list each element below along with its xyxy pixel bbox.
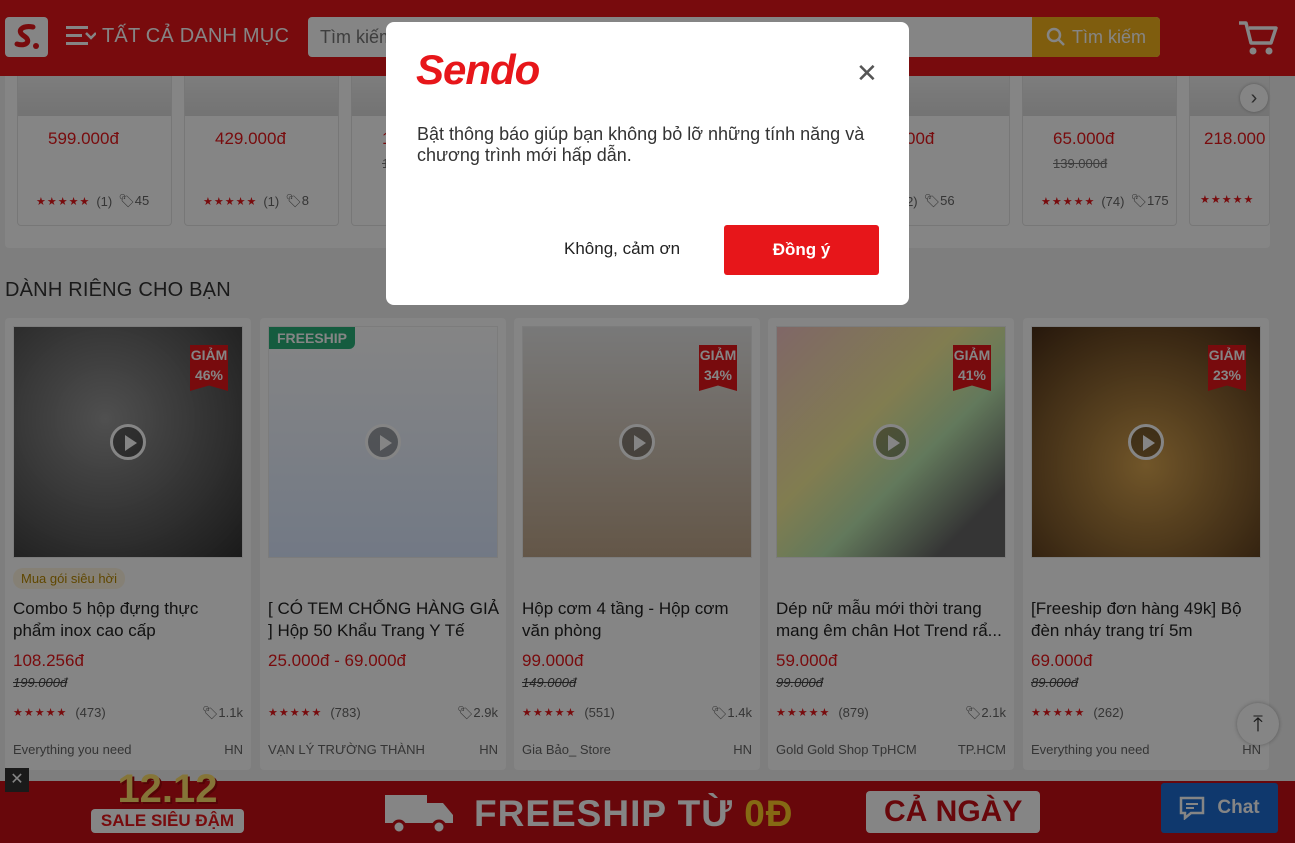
accept-button[interactable]: Đồng ý xyxy=(724,225,879,275)
notification-permission-dialog: Sendo ✕ Bật thông báo giúp bạn không bỏ … xyxy=(386,22,909,305)
dialog-message: Bật thông báo giúp bạn không bỏ lỡ những… xyxy=(417,124,865,165)
sendo-brand-logo: Sendo xyxy=(416,46,540,93)
decline-button[interactable]: Không, cảm ơn xyxy=(564,239,680,259)
close-icon[interactable]: ✕ xyxy=(856,60,878,86)
